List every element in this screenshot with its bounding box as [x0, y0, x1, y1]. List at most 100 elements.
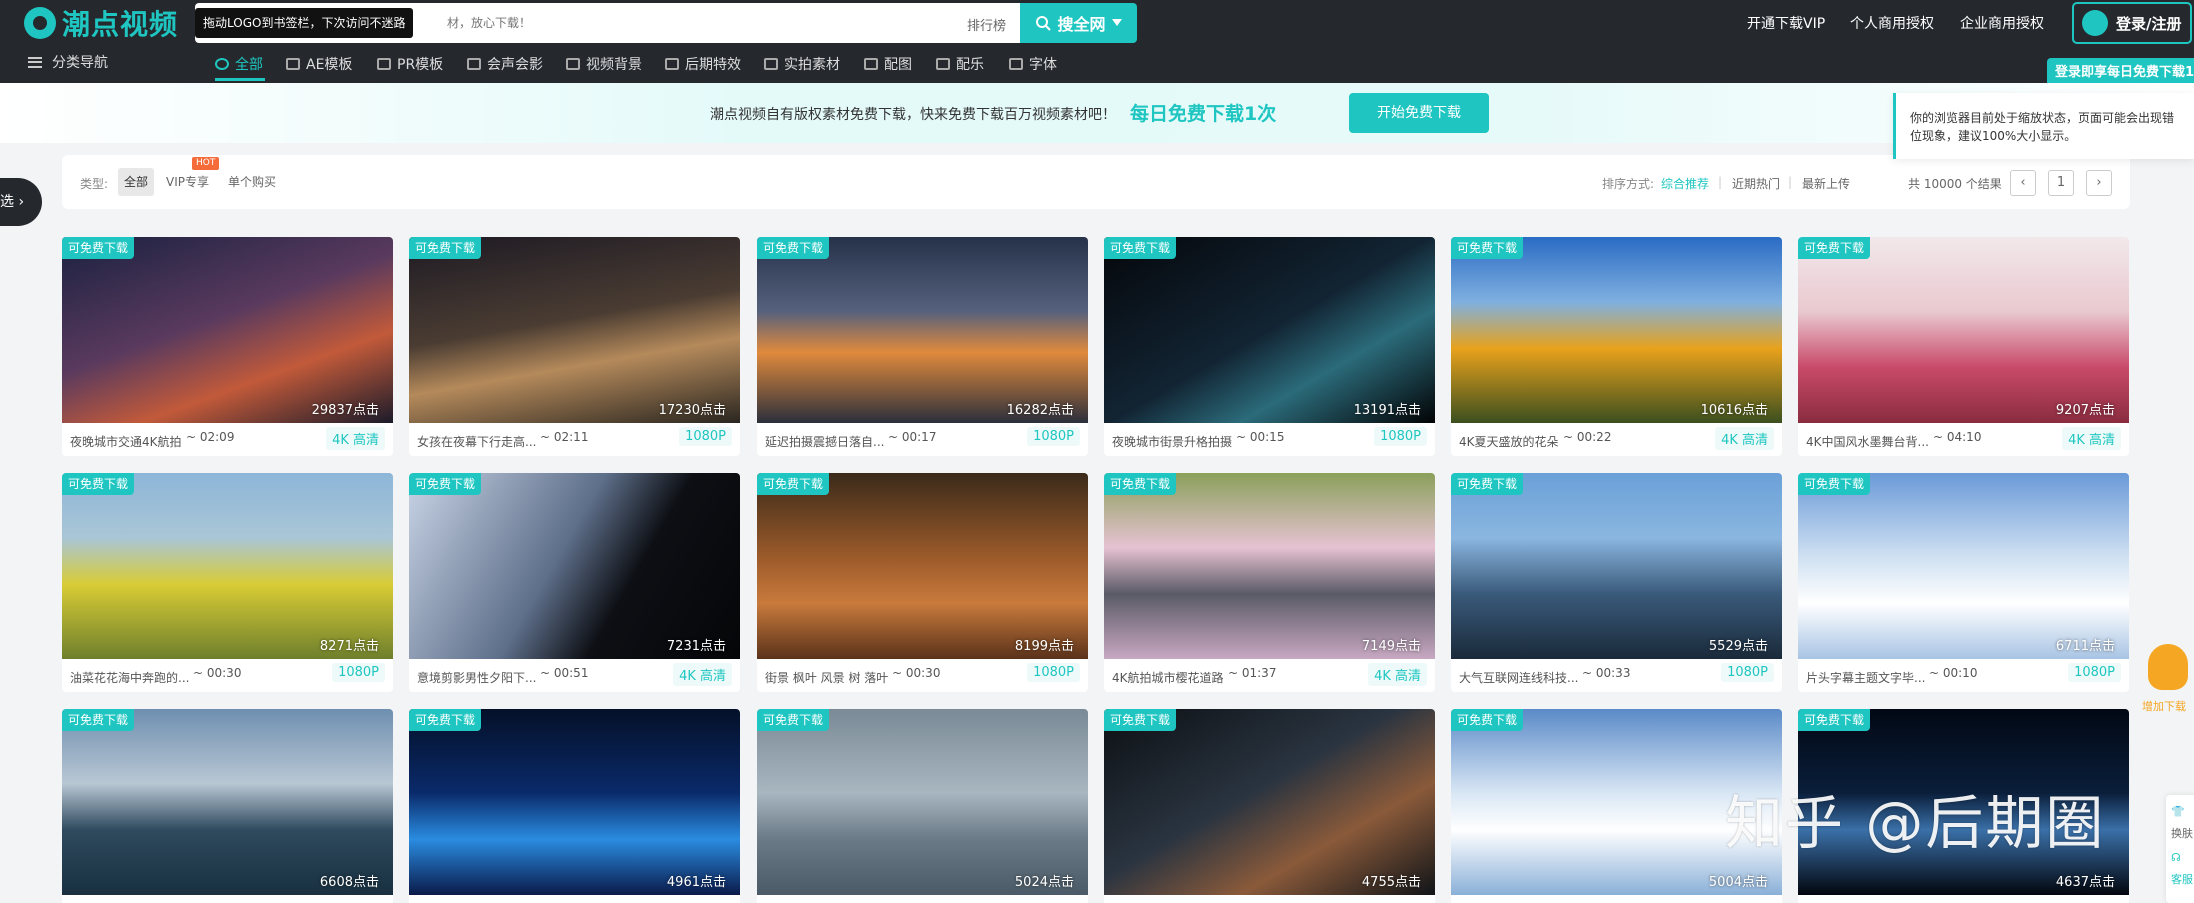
video-card[interactable]: 可免费下载 5529点击 大气互联网连线科技... ~ 00:33 1080P — [1451, 473, 1782, 692]
vip-download-link[interactable]: 开通下载VIP — [1747, 13, 1825, 33]
video-thumbnail[interactable] — [1451, 237, 1782, 423]
nav-item-ae[interactable]: AE模板 — [286, 52, 352, 76]
video-title[interactable]: 延迟拍摄震撼日落自... — [765, 433, 884, 450]
add-download-fab[interactable]: 增加下载 — [2134, 640, 2194, 720]
video-card[interactable]: 可免费下载 7149点击 4K航拍城市樱花道路 ~ 01:37 4K 高清 — [1104, 473, 1435, 692]
video-card[interactable]: 可免费下载 8271点击 油菜花花海中奔跑的... ~ 00:30 1080P — [62, 473, 393, 692]
hand-icon — [2148, 644, 2188, 690]
video-title[interactable]: 4K航拍城市樱花道路 — [1112, 669, 1224, 686]
video-thumbnail[interactable] — [62, 709, 393, 895]
next-page-button[interactable]: › — [2086, 170, 2112, 196]
video-title[interactable]: 女孩在夜幕下行走高... — [417, 433, 536, 450]
video-card[interactable]: 可免费下载 6608点击 — [62, 709, 393, 903]
video-thumbnail[interactable] — [757, 473, 1088, 659]
video-card[interactable]: 可免费下载 9207点击 4K中国风水墨舞台背... ~ 04:10 4K 高清 — [1798, 237, 2129, 456]
video-thumbnail[interactable] — [1104, 473, 1435, 659]
nav-item-huisheng[interactable]: 会声会影 — [467, 52, 543, 76]
video-title[interactable]: 油菜花花海中奔跑的... — [70, 669, 189, 686]
nav-item-footage[interactable]: 实拍素材 — [764, 52, 840, 76]
video-thumbnail[interactable] — [62, 237, 393, 423]
sort-hot[interactable]: 近期热门 — [1732, 175, 1780, 192]
video-card[interactable]: 可免费下载 4961点击 — [409, 709, 740, 903]
free-download-tag: 可免费下载 — [62, 473, 135, 495]
video-thumbnail[interactable] — [1798, 473, 2129, 659]
video-thumbnail[interactable] — [757, 237, 1088, 423]
login-register-button[interactable]: 登录/注册 — [2072, 2, 2192, 44]
video-title[interactable]: 大气互联网连线科技... — [1459, 669, 1578, 686]
headset-icon[interactable]: ☊ — [2171, 851, 2181, 864]
quality-badge: 1080P — [1721, 663, 1774, 682]
separator: | — [1718, 175, 1723, 189]
nav-item-music[interactable]: 配乐 — [936, 52, 984, 76]
video-thumbnail[interactable] — [1104, 709, 1435, 895]
top-header: 潮点视频 排行榜 拖动LOGO到书签栏，下次访问不迷路 搜全网 开通下载VIP … — [0, 0, 2194, 83]
filter-label: 选 — [0, 194, 14, 210]
prev-page-button[interactable]: ‹ — [2010, 170, 2036, 196]
search-icon — [215, 58, 229, 70]
nav-item-all[interactable]: 全部 — [215, 52, 263, 76]
nav-item-fonts[interactable]: 字体 — [1009, 52, 1057, 76]
click-count: 17230点击 — [658, 403, 726, 418]
video-thumbnail[interactable] — [1451, 473, 1782, 659]
video-thumbnail[interactable] — [1104, 237, 1435, 423]
video-thumbnail[interactable] — [409, 237, 740, 423]
type-single-purchase[interactable]: 单个购买 — [222, 168, 282, 196]
video-card[interactable]: 可免费下载 13191点击 夜晚城市街景升格拍摄 ~ 00:15 1080P — [1104, 237, 1435, 456]
search-all-button[interactable]: 搜全网 — [1020, 3, 1137, 43]
category-nav-toggle[interactable]: 分类导航 — [28, 52, 108, 72]
video-title[interactable]: 夜晚城市街景升格拍摄 — [1112, 433, 1232, 450]
video-card[interactable]: 可免费下载 8199点击 街景 枫叶 风景 树 落叶 ~ 00:30 1080P — [757, 473, 1088, 692]
video-thumbnail[interactable] — [1798, 237, 2129, 423]
nav-item-pr[interactable]: PR模板 — [377, 52, 443, 76]
video-title[interactable]: 4K中国风水墨舞台背... — [1806, 433, 1929, 450]
video-thumbnail[interactable] — [409, 473, 740, 659]
site-logo[interactable]: 潮点视频 — [24, 6, 178, 41]
type-all[interactable]: 全部 — [118, 168, 155, 196]
quality-badge: 4K 高清 — [1368, 663, 1427, 686]
video-card[interactable]: 可免费下载 7231点击 意境剪影男性夕阳下... ~ 00:51 4K 高清 — [409, 473, 740, 692]
video-thumbnail[interactable] — [409, 709, 740, 895]
video-title[interactable]: 夜晚城市交通4K航拍 — [70, 433, 182, 450]
personal-license-link[interactable]: 个人商用授权 — [1850, 13, 1934, 33]
video-card[interactable]: 可免费下载 17230点击 女孩在夜幕下行走高... ~ 02:11 1080P — [409, 237, 740, 456]
rank-link[interactable]: 排行榜 — [967, 15, 1006, 34]
video-title[interactable]: 片头字幕主题文字毕... — [1806, 669, 1925, 686]
sort-recommended[interactable]: 综合推荐 — [1661, 175, 1709, 192]
video-thumbnail[interactable] — [62, 473, 393, 659]
video-card[interactable]: 可免费下载 16282点击 延迟拍摄震撼日落自... ~ 00:17 1080P — [757, 237, 1088, 456]
click-count: 6608点击 — [319, 875, 379, 890]
video-card[interactable]: 可免费下载 5024点击 — [757, 709, 1088, 903]
shirt-icon[interactable]: 👕 — [2171, 805, 2185, 818]
skin-label[interactable]: 换肤 — [2171, 825, 2193, 841]
start-free-download-button[interactable]: 开始免费下载 — [1349, 93, 1489, 133]
filter-toggle[interactable]: 选 › — [0, 178, 42, 226]
free-download-tag: 可免费下载 — [1104, 709, 1177, 731]
quality-badge: 4K 高清 — [673, 663, 732, 686]
click-count: 4961点击 — [666, 875, 726, 890]
service-label[interactable]: 客服 — [2171, 871, 2193, 887]
type-vip[interactable]: VIP专享 — [160, 168, 215, 196]
video-title[interactable]: 4K夏天盛放的花朵 — [1459, 433, 1559, 450]
video-title[interactable]: 意境剪影男性夕阳下... — [417, 669, 536, 686]
type-label: 类型: — [80, 177, 109, 191]
chevron-down-icon[interactable] — [1111, 19, 1122, 27]
video-card[interactable]: 可免费下载 6711点击 片头字幕主题文字毕... ~ 00:10 1080P — [1798, 473, 2129, 692]
click-count: 9207点击 — [2055, 403, 2115, 418]
video-card[interactable]: 可免费下载 4755点击 — [1104, 709, 1435, 903]
nav-item-video-bg[interactable]: 视频背景 — [566, 52, 642, 76]
video-title[interactable]: 街景 枫叶 风景 树 落叶 — [765, 669, 888, 686]
category-nav-label: 分类导航 — [52, 55, 108, 71]
nav-item-label: 后期特效 — [685, 57, 741, 73]
video-card[interactable]: 可免费下载 29837点击 夜晚城市交通4K航拍 ~ 02:09 4K 高清 — [62, 237, 393, 456]
video-thumbnail[interactable] — [757, 709, 1088, 895]
nav-item-images[interactable]: 配图 — [864, 52, 912, 76]
menu-icon — [28, 56, 42, 68]
video-card[interactable]: 可免费下载 10616点击 4K夏天盛放的花朵 ~ 00:22 4K 高清 — [1451, 237, 1782, 456]
enterprise-license-link[interactable]: 企业商用授权 — [1960, 13, 2044, 33]
search-icon — [1036, 16, 1052, 31]
nav-item-effects[interactable]: 后期特效 — [665, 52, 741, 76]
free-download-tag: 可免费下载 — [1451, 237, 1524, 259]
video-duration: ~ 00:15 — [1236, 430, 1285, 444]
sort-latest[interactable]: 最新上传 — [1802, 175, 1850, 192]
current-page[interactable]: 1 — [2048, 170, 2074, 196]
